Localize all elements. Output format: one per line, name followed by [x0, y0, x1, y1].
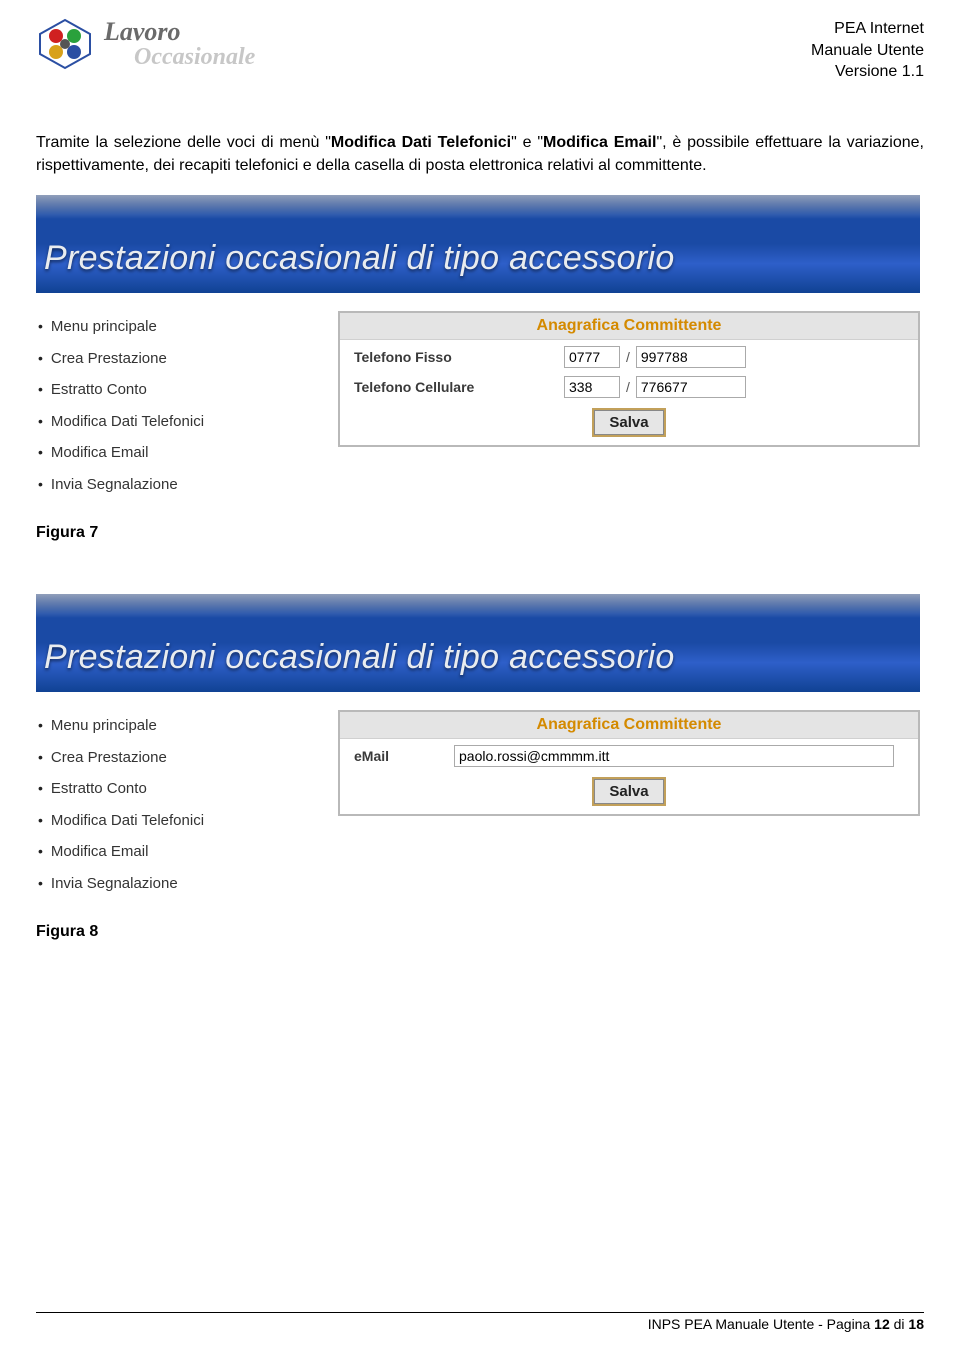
logo-icon: [36, 18, 94, 70]
figure-7-screenshot: Prestazioni occasionali di tipo accessor…: [36, 195, 920, 500]
menu-item-crea-prestazione[interactable]: Crea Prestazione: [38, 742, 338, 774]
menu-item-principale[interactable]: Menu principale: [38, 311, 338, 343]
save-button[interactable]: Salva: [594, 410, 663, 435]
footer-text-pre: INPS PEA Manuale Utente - Pagina: [648, 1316, 874, 1332]
menu-item-principale[interactable]: Menu principale: [38, 710, 338, 742]
menu-item-modifica-email[interactable]: Modifica Email: [38, 836, 338, 868]
figure-8-caption: Figura 8: [36, 923, 924, 941]
menu-item-modifica-email[interactable]: Modifica Email: [38, 437, 338, 469]
menu-item-estratto-conto[interactable]: Estratto Conto: [38, 773, 338, 805]
footer-page-current: 12: [874, 1316, 890, 1332]
anagrafica-panel-phone: Anagrafica Committente Telefono Fisso / …: [338, 311, 920, 447]
doc-meta-line2: Manuale Utente: [811, 40, 924, 62]
doc-meta: PEA Internet Manuale Utente Versione 1.1: [811, 18, 924, 83]
label-telefono-cellulare: Telefono Cellulare: [354, 379, 564, 395]
figure-8-screenshot: Prestazioni occasionali di tipo accessor…: [36, 594, 920, 899]
banner-title: Prestazioni occasionali di tipo accessor…: [44, 239, 675, 278]
doc-meta-line1: PEA Internet: [811, 18, 924, 40]
input-telefono-cellulare-number[interactable]: [636, 376, 746, 398]
panel-title: Anagrafica Committente: [340, 313, 918, 340]
menu-item-invia-segnalazione[interactable]: Invia Segnalazione: [38, 469, 338, 501]
page-footer: INPS PEA Manuale Utente - Pagina 12 di 1…: [36, 1312, 924, 1332]
doc-meta-line3: Versione 1.1: [811, 61, 924, 83]
menu-item-invia-segnalazione[interactable]: Invia Segnalazione: [38, 868, 338, 900]
logo-text: Lavoro Occasionale: [104, 19, 255, 69]
intro-paragraph: Tramite la selezione delle voci di menù …: [36, 131, 924, 177]
figure-7-caption: Figura 7: [36, 524, 924, 542]
logo-line1: Lavoro: [104, 19, 255, 45]
side-menu: Menu principale Crea Prestazione Estratt…: [38, 311, 338, 500]
panel-title: Anagrafica Committente: [340, 712, 918, 739]
p-pre: Tramite la selezione delle voci di menù …: [36, 134, 331, 151]
input-email[interactable]: [454, 745, 894, 767]
menu-item-crea-prestazione[interactable]: Crea Prestazione: [38, 343, 338, 375]
p-b2: Modifica Email: [543, 134, 656, 151]
footer-text-mid: di: [890, 1316, 909, 1332]
p-mid: " e ": [511, 134, 543, 151]
input-telefono-cellulare-prefix[interactable]: [564, 376, 620, 398]
footer-page-total: 18: [908, 1316, 924, 1332]
banner-title: Prestazioni occasionali di tipo accessor…: [44, 638, 675, 677]
logo-line2: Occasionale: [134, 45, 255, 69]
page-header: Lavoro Occasionale PEA Internet Manuale …: [36, 18, 924, 83]
anagrafica-panel-email: Anagrafica Committente eMail Salva: [338, 710, 920, 816]
save-button[interactable]: Salva: [594, 779, 663, 804]
logo: Lavoro Occasionale: [36, 18, 255, 70]
label-telefono-fisso: Telefono Fisso: [354, 349, 564, 365]
menu-item-modifica-dati-telefonici[interactable]: Modifica Dati Telefonici: [38, 406, 338, 438]
banner: Prestazioni occasionali di tipo accessor…: [36, 594, 920, 692]
side-menu: Menu principale Crea Prestazione Estratt…: [38, 710, 338, 899]
input-telefono-fisso-number[interactable]: [636, 346, 746, 368]
slash-sep: /: [626, 349, 630, 365]
menu-item-modifica-dati-telefonici[interactable]: Modifica Dati Telefonici: [38, 805, 338, 837]
label-email: eMail: [354, 748, 454, 764]
p-b1: Modifica Dati Telefonici: [331, 134, 511, 151]
banner: Prestazioni occasionali di tipo accessor…: [36, 195, 920, 293]
input-telefono-fisso-prefix[interactable]: [564, 346, 620, 368]
slash-sep: /: [626, 379, 630, 395]
menu-item-estratto-conto[interactable]: Estratto Conto: [38, 374, 338, 406]
